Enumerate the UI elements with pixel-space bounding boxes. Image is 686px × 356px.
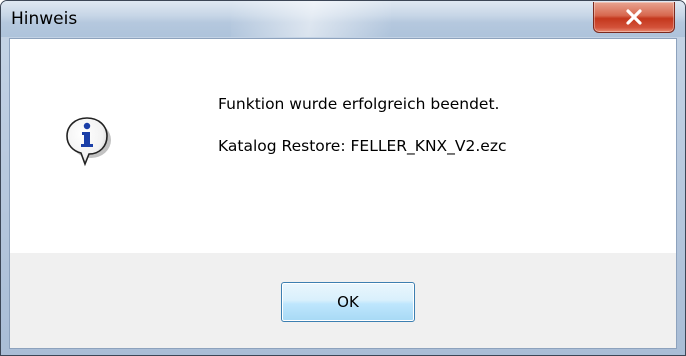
button-bar: OK xyxy=(10,253,676,348)
dialog-client-area: Funktion wurde erfolgreich beendet. Kata… xyxy=(9,38,677,349)
close-button[interactable] xyxy=(593,2,675,33)
close-x-icon xyxy=(625,9,643,25)
message-area: Funktion wurde erfolgreich beendet. Kata… xyxy=(10,39,676,253)
information-icon xyxy=(63,114,115,170)
message-line-1: Funktion wurde erfolgreich beendet. xyxy=(218,95,500,113)
message-dialog: Hinweis Funktion wurde erfolgreich beend… xyxy=(0,0,686,356)
title-bar[interactable]: Hinweis xyxy=(1,1,685,37)
message-line-2: Katalog Restore: FELLER_KNX_V2.ezc xyxy=(218,137,507,155)
ok-button[interactable]: OK xyxy=(281,282,415,322)
dialog-title: Hinweis xyxy=(11,9,78,29)
